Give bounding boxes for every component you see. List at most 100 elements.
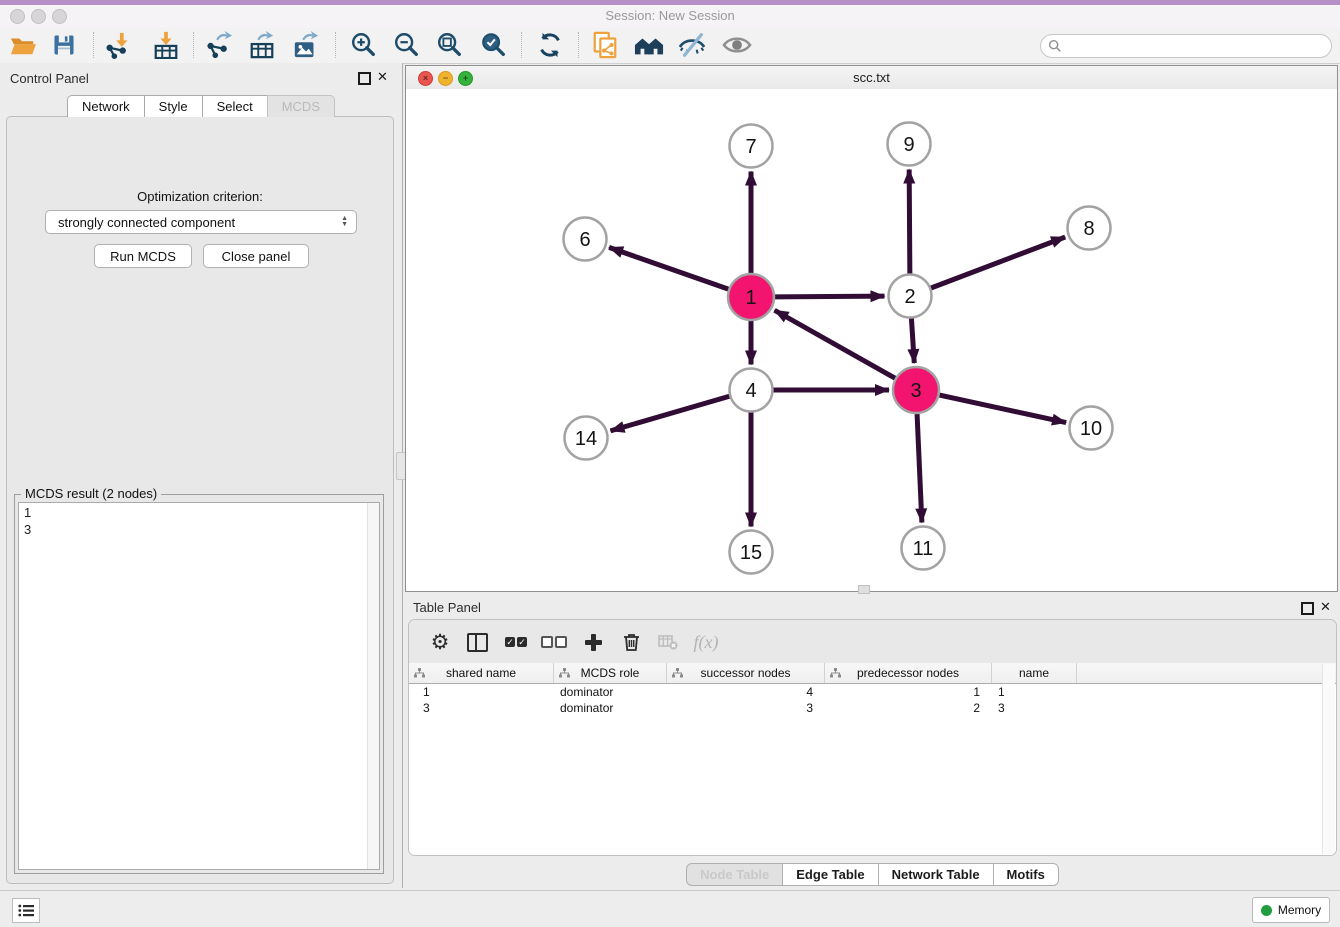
graph-node-9[interactable]: 9 (888, 123, 931, 166)
cell-MCDS-role[interactable]: dominator (554, 684, 667, 700)
task-history-button[interactable] (12, 898, 40, 923)
graph-node-8[interactable]: 8 (1068, 207, 1111, 250)
graph-node-11[interactable]: 11 (902, 527, 945, 570)
edge-1-2[interactable] (775, 296, 885, 297)
show-all-icon[interactable] (721, 30, 753, 60)
column-header-predecessor-nodes[interactable]: predecessor nodes (825, 663, 992, 683)
table-row[interactable]: 3dominator323 (409, 700, 1336, 716)
column-header-successor-nodes[interactable]: successor nodes (667, 663, 825, 683)
close-table-panel-icon[interactable]: ✕ (1320, 599, 1331, 615)
export-table-icon[interactable] (246, 30, 278, 60)
network-window-title: scc.txt (406, 70, 1337, 85)
edge-2-3[interactable] (911, 318, 914, 363)
cell-name[interactable]: 3 (992, 700, 1077, 716)
memory-button[interactable]: Memory (1252, 897, 1330, 923)
network-window-titlebar[interactable]: × − + scc.txt (406, 66, 1337, 90)
network-canvas[interactable]: 7 9 6 8 1 2 4 3 14 10 15 11 (406, 89, 1337, 591)
search-icon (1048, 39, 1062, 53)
status-bar: Memory (0, 890, 1340, 927)
graph-node-4[interactable]: 4 (730, 369, 773, 412)
run-mcds-button[interactable]: Run MCDS (94, 244, 192, 268)
delete-column-icon[interactable] (615, 626, 647, 658)
graph-node-15[interactable]: 15 (730, 531, 773, 574)
table-row[interactable]: 1dominator411 (409, 684, 1336, 700)
cell-shared-name[interactable]: 3 (409, 700, 554, 716)
import-table-icon[interactable] (150, 30, 182, 60)
cell-MCDS-role[interactable]: dominator (554, 700, 667, 716)
first-neighbors-icon[interactable] (633, 30, 665, 60)
control-tab-network[interactable]: Network (67, 95, 145, 117)
split-columns-icon[interactable] (461, 626, 493, 658)
refresh-icon[interactable] (534, 30, 566, 60)
graph-node-1[interactable]: 1 (728, 274, 774, 320)
save-session-icon[interactable] (48, 30, 80, 60)
cell-successor-nodes[interactable]: 3 (667, 700, 825, 716)
edge-3-1[interactable] (775, 310, 896, 378)
edge-1-6[interactable] (609, 247, 728, 289)
edge-3-10[interactable] (939, 395, 1066, 422)
toolbar-separator (193, 32, 194, 58)
optimization-criterion-label: Optimization criterion: (7, 189, 393, 204)
table-tab-node-table[interactable]: Node Table (686, 863, 783, 886)
graph-node-7[interactable]: 7 (730, 125, 773, 168)
select-all-icon[interactable]: ✓✓ (500, 626, 532, 658)
search-input[interactable] (1062, 37, 1331, 55)
criterion-dropdown[interactable]: strongly connected component ▲▼ (45, 210, 357, 234)
open-file-icon[interactable] (7, 30, 39, 60)
svg-text:4: 4 (745, 380, 756, 402)
mcds-result-groupbox: MCDS result (2 nodes) 1 3 (14, 494, 384, 874)
control-tab-select[interactable]: Select (202, 95, 268, 117)
cell-successor-nodes[interactable]: 4 (667, 684, 825, 700)
float-table-panel-icon[interactable] (1301, 602, 1314, 615)
table-tab-motifs[interactable]: Motifs (993, 863, 1059, 886)
zoom-in-icon[interactable] (347, 30, 379, 60)
mcds-result-textarea[interactable]: 1 3 (18, 502, 380, 870)
table-panel-body: ⚙ ✓✓ f(x) shared nameMCDS rolesuccessor … (408, 619, 1337, 856)
cell-predecessor-nodes[interactable]: 2 (825, 700, 992, 716)
column-header-shared-name[interactable]: shared name (409, 663, 554, 683)
table-settings-icon[interactable]: ⚙ (424, 626, 456, 658)
graph-node-10[interactable]: 10 (1070, 407, 1113, 450)
close-panel-icon[interactable]: ✕ (377, 69, 388, 85)
cell-predecessor-nodes[interactable]: 1 (825, 684, 992, 700)
svg-text:2: 2 (904, 286, 915, 308)
delete-table-icon[interactable] (652, 626, 684, 658)
edge-2-8[interactable] (931, 237, 1065, 288)
edge-3-11[interactable] (917, 414, 922, 523)
zoom-selected-icon[interactable] (477, 30, 509, 60)
table-scrollbar[interactable] (1322, 664, 1335, 854)
edge-4-14[interactable] (610, 396, 729, 431)
graph-node-14[interactable]: 14 (565, 417, 608, 460)
horizontal-splitter-handle[interactable] (858, 585, 870, 594)
cell-name[interactable]: 1 (992, 684, 1077, 700)
table-tab-edge-table[interactable]: Edge Table (782, 863, 878, 886)
column-header-name[interactable]: name (992, 663, 1077, 683)
table-tab-network-table[interactable]: Network Table (878, 863, 994, 886)
control-tab-mcds[interactable]: MCDS (267, 95, 335, 117)
search-field[interactable] (1040, 34, 1332, 58)
control-tab-style[interactable]: Style (144, 95, 203, 117)
edge-2-9[interactable] (909, 169, 910, 273)
control-panel-tabs: NetworkStyleSelectMCDS (0, 95, 402, 117)
svg-text:15: 15 (740, 542, 762, 564)
cell-shared-name[interactable]: 1 (409, 684, 554, 700)
graph-node-2[interactable]: 2 (889, 275, 932, 318)
svg-text:10: 10 (1080, 418, 1102, 440)
float-panel-icon[interactable] (358, 72, 371, 85)
graph-node-6[interactable]: 6 (564, 218, 607, 261)
zoom-fit-icon[interactable] (433, 30, 465, 60)
hide-selected-icon[interactable] (676, 30, 708, 60)
export-network-icon[interactable] (203, 30, 235, 60)
export-image-icon[interactable] (290, 30, 322, 60)
column-header-MCDS-role[interactable]: MCDS role (554, 663, 667, 683)
function-builder-icon[interactable]: f(x) (690, 626, 722, 658)
import-network-icon[interactable] (103, 30, 135, 60)
hierarchy-icon (830, 668, 841, 678)
deselect-all-icon[interactable] (538, 626, 570, 658)
add-column-icon[interactable] (577, 626, 609, 658)
zoom-out-icon[interactable] (390, 30, 422, 60)
mcds-result-scrollbar[interactable] (367, 503, 379, 869)
graph-node-3[interactable]: 3 (893, 367, 939, 413)
close-panel-button[interactable]: Close panel (203, 244, 309, 268)
clone-network-icon[interactable] (589, 30, 621, 60)
